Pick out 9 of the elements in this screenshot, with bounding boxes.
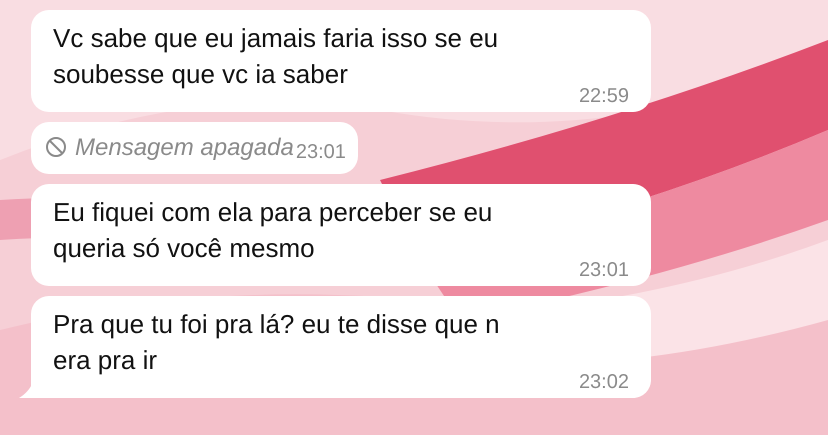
message-text: Eu fiquei com ela para perceber se eu queria só você mesmo (53, 196, 494, 265)
no-entry-icon (45, 136, 67, 158)
message-time: 23:01 (296, 140, 346, 164)
message-time: 23:01 (578, 258, 629, 282)
message-time: 23:02 (578, 370, 629, 394)
message-time: 22:59 (578, 84, 629, 108)
deleted-message-text: Mensagem apagada (75, 133, 294, 163)
message-text: Vc sabe que eu jamais faria isso se eu soubesse que vc ia saber (53, 22, 500, 91)
message-text: Pra que tu foi pra lá? eu te disse que n era pra ir (53, 308, 501, 377)
